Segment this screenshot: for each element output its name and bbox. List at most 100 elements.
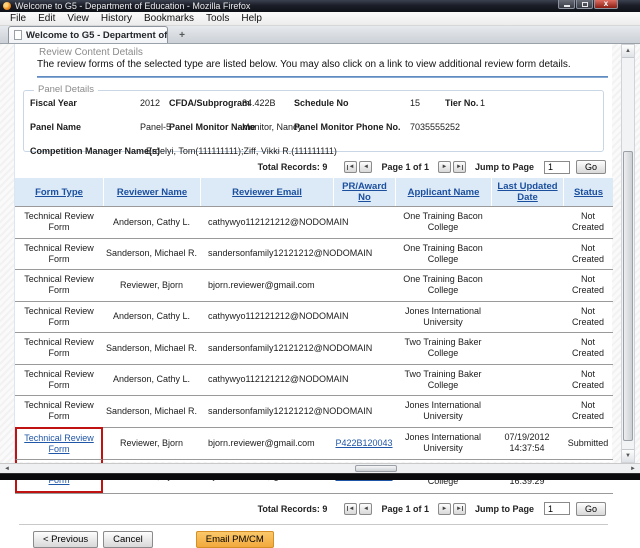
cell-last-updated (491, 332, 563, 364)
tier-no-value: 1 (480, 98, 485, 108)
window-bottom-edge (0, 473, 640, 480)
cell-reviewer-email: sandersonfamily12121212@NODOMAIN (200, 238, 333, 270)
cell-applicant-name: Two Training Baker College (395, 364, 491, 396)
next-page-button[interactable]: ► (438, 503, 451, 515)
email-pm-cm-button[interactable]: Email PM/CM (196, 531, 274, 548)
cfda-subprogram-value: 84.422B (242, 98, 276, 108)
scroll-left-icon: ◄ (4, 466, 10, 472)
window-title: Welcome to G5 - Department of Education … (15, 1, 250, 11)
first-page-icon: ◄ (348, 506, 354, 512)
maximize-button[interactable] (576, 0, 593, 9)
minimize-icon (564, 5, 570, 7)
first-page-button[interactable]: ◄ (344, 503, 357, 515)
total-records: Total Records: 9 (258, 504, 328, 514)
sort-last-updated-date[interactable]: Last Updated Date (491, 178, 563, 206)
cell-form-type: Technical Review Form (15, 238, 103, 270)
panel-monitor-phone-value: 7035555252 (410, 122, 460, 132)
cell-applicant-name: Two Training Baker College (395, 332, 491, 364)
cell-applicant-name: Jones International University (395, 301, 491, 333)
footer-divider (19, 524, 608, 525)
prev-page-icon: ◄ (363, 164, 369, 170)
sort-reviewer-name[interactable]: Reviewer Name (103, 178, 200, 206)
tab-bar: Welcome to G5 - Department of Edu... + (0, 26, 640, 44)
review-forms-table: Form Type Reviewer Name Reviewer Email P… (15, 178, 613, 494)
sort-status[interactable]: Status (563, 178, 613, 206)
page-indicator: Page 1 of 1 (381, 504, 429, 514)
table-row: Technical Review Form Reviewer, Bjorn bj… (15, 427, 613, 460)
panel-details-legend: Panel Details (34, 84, 98, 95)
sort-form-type[interactable]: Form Type (15, 178, 103, 206)
scroll-up-icon: ▲ (625, 48, 631, 54)
menu-help[interactable]: Help (235, 13, 268, 24)
cell-last-updated (491, 238, 563, 270)
previous-button[interactable]: < Previous (33, 531, 98, 548)
maximize-icon (582, 2, 588, 7)
link-pr-award-no[interactable]: P422B120043 (333, 427, 395, 460)
cell-reviewer-email: bjorn.reviewer@gmail.com (200, 269, 333, 301)
firefox-icon (3, 2, 11, 10)
menu-tools[interactable]: Tools (200, 13, 235, 24)
link-technical-review-form[interactable]: Technical Review Form (15, 427, 103, 460)
prev-page-icon: ◄ (363, 506, 369, 512)
menu-view[interactable]: View (61, 13, 95, 24)
tab-welcome-g5[interactable]: Welcome to G5 - Department of Edu... (8, 26, 168, 43)
cancel-button[interactable]: Cancel (103, 531, 153, 548)
schedule-no-value: 15 (410, 98, 420, 108)
scroll-right-button[interactable]: ► (626, 464, 640, 473)
panel-name-value: Panel-5 (140, 122, 171, 132)
next-page-icon: ► (441, 506, 447, 512)
panel-row: Fiscal Year 2012 CFDA/Subprogram 84.422B… (24, 98, 603, 115)
sort-applicant-name[interactable]: Applicant Name (395, 178, 491, 206)
fiscal-year-label: Fiscal Year (30, 98, 77, 108)
menu-history[interactable]: History (95, 13, 138, 24)
cell-form-type: Technical Review Form (15, 364, 103, 396)
menu-bookmarks[interactable]: Bookmarks (138, 13, 200, 24)
cell-status: Not Created (563, 206, 613, 238)
review-table-body: Technical Review Form Anderson, Cathy L.… (15, 206, 613, 493)
cell-reviewer-name: Anderson, Cathy L. (103, 364, 200, 396)
vertical-scrollbar[interactable]: ▲ ▼ (621, 44, 635, 463)
column-label: Status (574, 187, 603, 198)
cell-reviewer-name: Sanderson, Michael R. (103, 395, 200, 427)
menu-edit[interactable]: Edit (32, 13, 61, 24)
panel-name-label: Panel Name (30, 122, 81, 132)
menu-file[interactable]: File (4, 13, 32, 24)
cell-last-updated (491, 395, 563, 427)
column-label: Last Updated Date (497, 181, 557, 203)
first-page-icon: ◄ (348, 164, 354, 170)
cell-status: Not Created (563, 395, 613, 427)
cell-status: Not Created (563, 332, 613, 364)
new-tab-button[interactable]: + (174, 28, 190, 42)
sort-reviewer-email[interactable]: Reviewer Email (200, 178, 333, 206)
cell-pr-award-no (333, 269, 395, 301)
table-row: Technical Review Form Sanderson, Michael… (15, 238, 613, 270)
horizontal-scrollbar[interactable]: ◄ ► (0, 463, 640, 473)
scroll-left-button[interactable]: ◄ (0, 464, 14, 473)
close-button[interactable]: x (594, 0, 618, 9)
cell-last-updated: 07/19/2012 14:37:54 (491, 427, 563, 460)
panel-monitor-phone-label: Panel Monitor Phone No. (294, 122, 401, 132)
page-content: Review Content Details The review forms … (14, 44, 612, 462)
cell-form-type: Technical Review Form (15, 206, 103, 238)
fiscal-year-value: 2012 (140, 98, 160, 108)
cell-last-updated (491, 206, 563, 238)
last-page-button[interactable]: ► (453, 503, 466, 515)
window-controls: x (557, 0, 618, 9)
horizontal-scroll-thumb[interactable] (355, 465, 397, 472)
cell-form-type: Technical Review Form (15, 301, 103, 333)
cell-applicant-name: One Training Bacon College (395, 269, 491, 301)
panel-details-fieldset: Panel Details Fiscal Year 2012 CFDA/Subp… (23, 90, 604, 152)
bar-icon (462, 506, 463, 511)
page-title: Review Content Details (39, 47, 612, 58)
scroll-down-button[interactable]: ▼ (622, 449, 634, 462)
go-button[interactable]: Go (576, 502, 606, 516)
cell-reviewer-name: Sanderson, Michael R. (103, 238, 200, 270)
sort-pr-award-no[interactable]: PR/Award No (333, 178, 395, 206)
vertical-scroll-thumb[interactable] (623, 151, 633, 441)
minimize-button[interactable] (558, 0, 575, 9)
cell-last-updated (491, 269, 563, 301)
scroll-up-button[interactable]: ▲ (622, 45, 634, 58)
cell-reviewer-email: sandersonfamily12121212@NODOMAIN (200, 332, 333, 364)
prev-page-button[interactable]: ◄ (359, 503, 372, 515)
jump-to-page-input[interactable] (544, 502, 570, 515)
